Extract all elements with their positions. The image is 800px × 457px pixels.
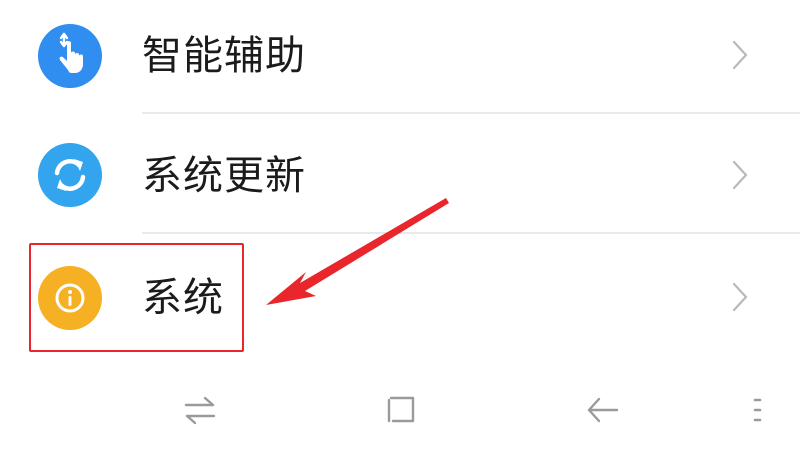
back-button[interactable] — [582, 390, 622, 430]
switch-apps-icon — [184, 396, 216, 425]
system-info-icon — [38, 266, 102, 330]
settings-list: 智能辅助 系统更新 系统 — [0, 0, 800, 360]
chevron-right-icon — [732, 160, 748, 190]
settings-item-system[interactable]: 系统 — [0, 234, 800, 360]
navigation-bar — [0, 372, 800, 457]
home-square-icon — [387, 396, 415, 423]
menu-icon — [753, 398, 762, 422]
settings-item-label: 系统 — [142, 275, 224, 321]
switch-apps-button[interactable] — [180, 390, 220, 430]
chevron-right-icon — [732, 40, 748, 70]
back-arrow-icon — [587, 397, 619, 423]
chevron-right-icon — [732, 282, 748, 312]
smart-assist-hand-icon — [38, 24, 102, 88]
home-button[interactable] — [381, 390, 421, 430]
settings-item-system-update[interactable]: 系统更新 — [0, 114, 800, 232]
settings-item-smart-assist[interactable]: 智能辅助 — [0, 0, 800, 112]
menu-button[interactable] — [744, 390, 768, 430]
system-update-refresh-icon — [38, 143, 102, 207]
settings-item-label: 系统更新 — [142, 153, 306, 199]
settings-item-label: 智能辅助 — [142, 33, 306, 79]
